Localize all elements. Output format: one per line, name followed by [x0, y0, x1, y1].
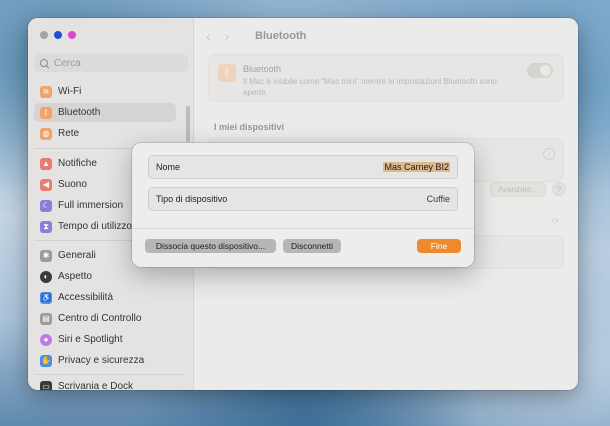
sidebar-item-privacy[interactable]: ✋ Privacy e sicurezza: [34, 351, 176, 370]
sheet-divider: [132, 228, 474, 229]
sidebar-item-label: Tempo di utilizzo: [58, 221, 132, 232]
search-input[interactable]: Cerca: [34, 54, 188, 72]
search-placeholder: Cerca: [54, 57, 81, 69]
sidebar-item-wifi[interactable]: ≋ Wi-Fi: [34, 82, 176, 101]
sidebar-item-label: Rete: [58, 128, 80, 139]
wifi-icon: ≋: [40, 85, 52, 98]
sidebar-item-label: Notifiche: [58, 158, 97, 169]
sidebar-item-label: Aspetto: [58, 271, 92, 282]
sidebar-item-control-center[interactable]: ▤ Centro di Controllo: [34, 309, 176, 328]
sidebar-item-label: Centro di Controllo: [58, 313, 142, 324]
done-button[interactable]: Fine: [417, 239, 461, 253]
sidebar-item-label: Wi-Fi: [58, 86, 82, 97]
device-name-input[interactable]: Mas Carney BI2: [383, 162, 450, 172]
sidebar-item-accessibility[interactable]: ♿ Accessibilità: [34, 288, 176, 307]
sidebar-item-label: Scrivania e Dock: [58, 381, 134, 390]
window-controls: [40, 31, 76, 39]
minimize-window-button[interactable]: [54, 31, 62, 39]
forget-device-button[interactable]: Dissocia questo dispositivo...: [145, 239, 276, 253]
sidebar-item-label: Full immersion: [58, 200, 124, 211]
sidebar-item-appearance[interactable]: ◐ Aspetto: [34, 267, 176, 286]
moon-icon: ☾: [40, 199, 52, 212]
bell-icon: ▲: [40, 157, 52, 170]
sidebar-item-label: Bluetooth: [58, 107, 101, 118]
zoom-window-button[interactable]: [68, 31, 76, 39]
device-info-sheet: Nome Mas Carney BI2 Tipo di dispositivo …: [132, 143, 474, 267]
device-type-field[interactable]: Tipo di dispositivo Cuffie: [148, 187, 458, 211]
disconnect-button[interactable]: Disconnetti: [283, 239, 341, 253]
sidebar-item-network[interactable]: ◍ Rete: [34, 124, 176, 143]
sidebar-item-label: Generali: [58, 250, 96, 261]
globe-icon: ◍: [40, 127, 52, 140]
sidebar-item-desktop-dock[interactable]: ▭ Scrivania e Dock: [34, 377, 176, 390]
device-type-label: Tipo di dispositivo: [156, 194, 228, 204]
sidebar-item-label: Privacy e sicurezza: [58, 355, 145, 366]
sidebar-item-label: Accessibilità: [58, 292, 114, 303]
sidebar-item-label: Siri e Spotlight: [58, 334, 123, 345]
sidebar-scrollbar[interactable]: [186, 106, 190, 142]
gear-icon: ✱: [40, 249, 52, 262]
accessibility-icon: ♿: [40, 291, 52, 304]
device-name-label: Nome: [156, 162, 181, 172]
bluetooth-icon: ᛒ: [40, 106, 52, 119]
appearance-icon: ◐: [40, 270, 52, 283]
search-icon: [40, 58, 49, 68]
device-type-value[interactable]: Cuffie: [427, 194, 450, 204]
sidebar-item-label: Suono: [58, 179, 87, 190]
speaker-icon: ◀: [40, 178, 52, 191]
device-name-field[interactable]: Nome Mas Carney BI2: [148, 155, 458, 179]
sidebar-item-bluetooth[interactable]: ᛒ Bluetooth: [34, 103, 176, 122]
dock-icon: ▭: [40, 380, 52, 390]
hand-icon: ✋: [40, 354, 52, 367]
siri-icon: ●: [40, 333, 52, 346]
control-center-icon: ▤: [40, 312, 52, 325]
hourglass-icon: ⧗: [40, 220, 52, 233]
sidebar-item-siri[interactable]: ● Siri e Spotlight: [34, 330, 176, 349]
close-window-button[interactable]: [40, 31, 48, 39]
sidebar-divider: [34, 374, 184, 375]
